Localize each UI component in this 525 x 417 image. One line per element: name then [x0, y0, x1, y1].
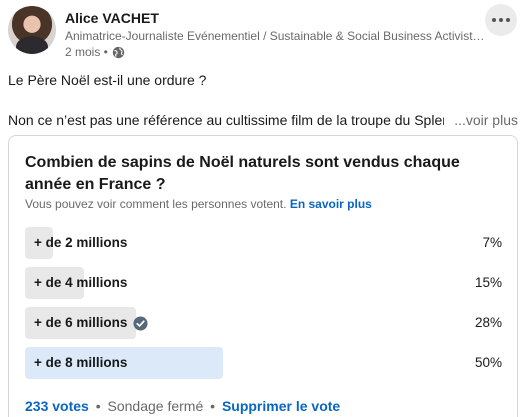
poll-option-percent: 50% — [474, 355, 502, 370]
poll-option-percent: 28% — [474, 315, 502, 330]
poll-notice-text: Vous pouvez voir comment les personnes v… — [25, 197, 287, 211]
poll-option-percent: 15% — [474, 275, 502, 290]
poll-status: Sondage fermé — [107, 398, 204, 414]
separator: • — [210, 398, 216, 414]
votes-count-link[interactable]: 233 votes — [25, 398, 89, 414]
poll-option-1: + de 2 millions 7% — [25, 227, 502, 259]
globe-icon — [112, 46, 125, 58]
separator: • — [95, 398, 101, 414]
poll-option-text: + de 6 millions — [34, 315, 128, 330]
post-meta: 2 mois • — [65, 45, 125, 59]
poll-option-percent: 7% — [482, 235, 502, 250]
poll-option-text: + de 2 millions — [34, 235, 128, 250]
poll-option-4: + de 8 millions 50% — [25, 347, 502, 379]
author-headline: Animatrice-Journaliste Evénementiel / Su… — [65, 29, 485, 43]
post-line-2-row: Non ce n’est pas une référence au cultis… — [8, 110, 518, 130]
post-line-1: Le Père Noël est-il une ordure ? — [8, 72, 207, 88]
poll-option-label: + de 8 millions — [34, 347, 127, 379]
more-horizontal-icon — [492, 18, 496, 22]
poll-option-label: + de 6 millions — [34, 307, 148, 339]
poll-question: Combien de sapins de Noël naturels sont … — [25, 154, 460, 193]
poll-option-text: + de 8 millions — [34, 355, 128, 370]
author-avatar[interactable] — [8, 6, 56, 54]
delete-vote-link[interactable]: Supprimer le vote — [222, 398, 340, 414]
poll-option-text: + de 4 millions — [34, 275, 128, 290]
poll-option-2: + de 4 millions 15% — [25, 267, 502, 299]
check-circle-icon — [133, 315, 148, 331]
post-line-2: Non ce n’est pas une référence au cultis… — [8, 112, 445, 128]
author-name[interactable]: Alice VACHET — [65, 10, 159, 26]
more-options-button[interactable] — [485, 4, 517, 36]
poll-footer: 233 votes • Sondage fermé • Supprimer le… — [25, 398, 340, 414]
poll-option-label: + de 2 millions — [34, 227, 127, 259]
post-body: Le Père Noël est-il une ordure ? Non ce … — [8, 70, 520, 130]
poll-card: Combien de sapins de Noël naturels sont … — [8, 135, 518, 417]
poll-option-3: + de 6 millions 28% — [25, 307, 502, 339]
post-time: 2 mois • — [65, 45, 108, 59]
learn-more-link[interactable]: En savoir plus — [290, 197, 372, 211]
post-header: Alice VACHET Animatrice-Journaliste Evén… — [8, 4, 517, 62]
poll-option-label: + de 4 millions — [34, 267, 127, 299]
more-dot — [499, 18, 503, 22]
see-more-link[interactable]: ...voir plus — [444, 110, 518, 130]
poll-notice: Vous pouvez voir comment les personnes v… — [25, 197, 372, 211]
more-dot — [506, 18, 510, 22]
